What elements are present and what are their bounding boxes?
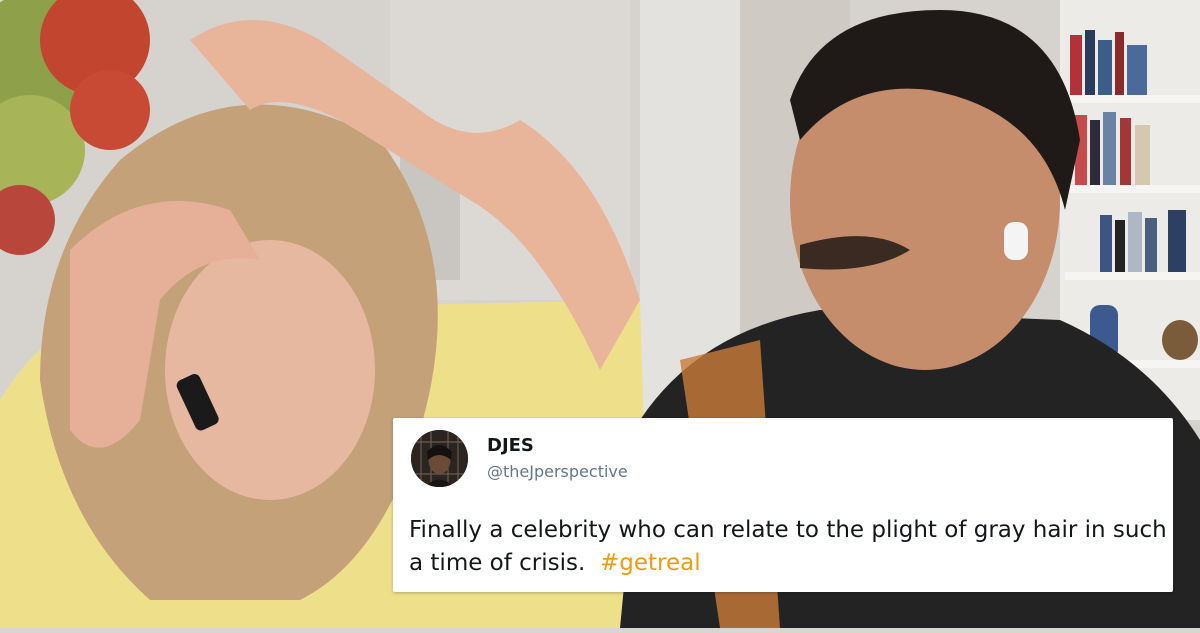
user-handle[interactable]: @theJperspective bbox=[487, 462, 628, 481]
display-name[interactable]: DJES bbox=[487, 435, 534, 456]
hashtag-link[interactable]: #getreal bbox=[600, 550, 701, 576]
tweet-body: Finally a celebrity who can relate to th… bbox=[409, 514, 1169, 580]
tweet-card: DJES @theJperspective Finally a celebrit… bbox=[393, 418, 1173, 592]
profile-photo-icon bbox=[411, 430, 468, 487]
avatar[interactable] bbox=[411, 430, 468, 487]
tweet-text: Finally a celebrity who can relate to th… bbox=[409, 517, 1167, 576]
